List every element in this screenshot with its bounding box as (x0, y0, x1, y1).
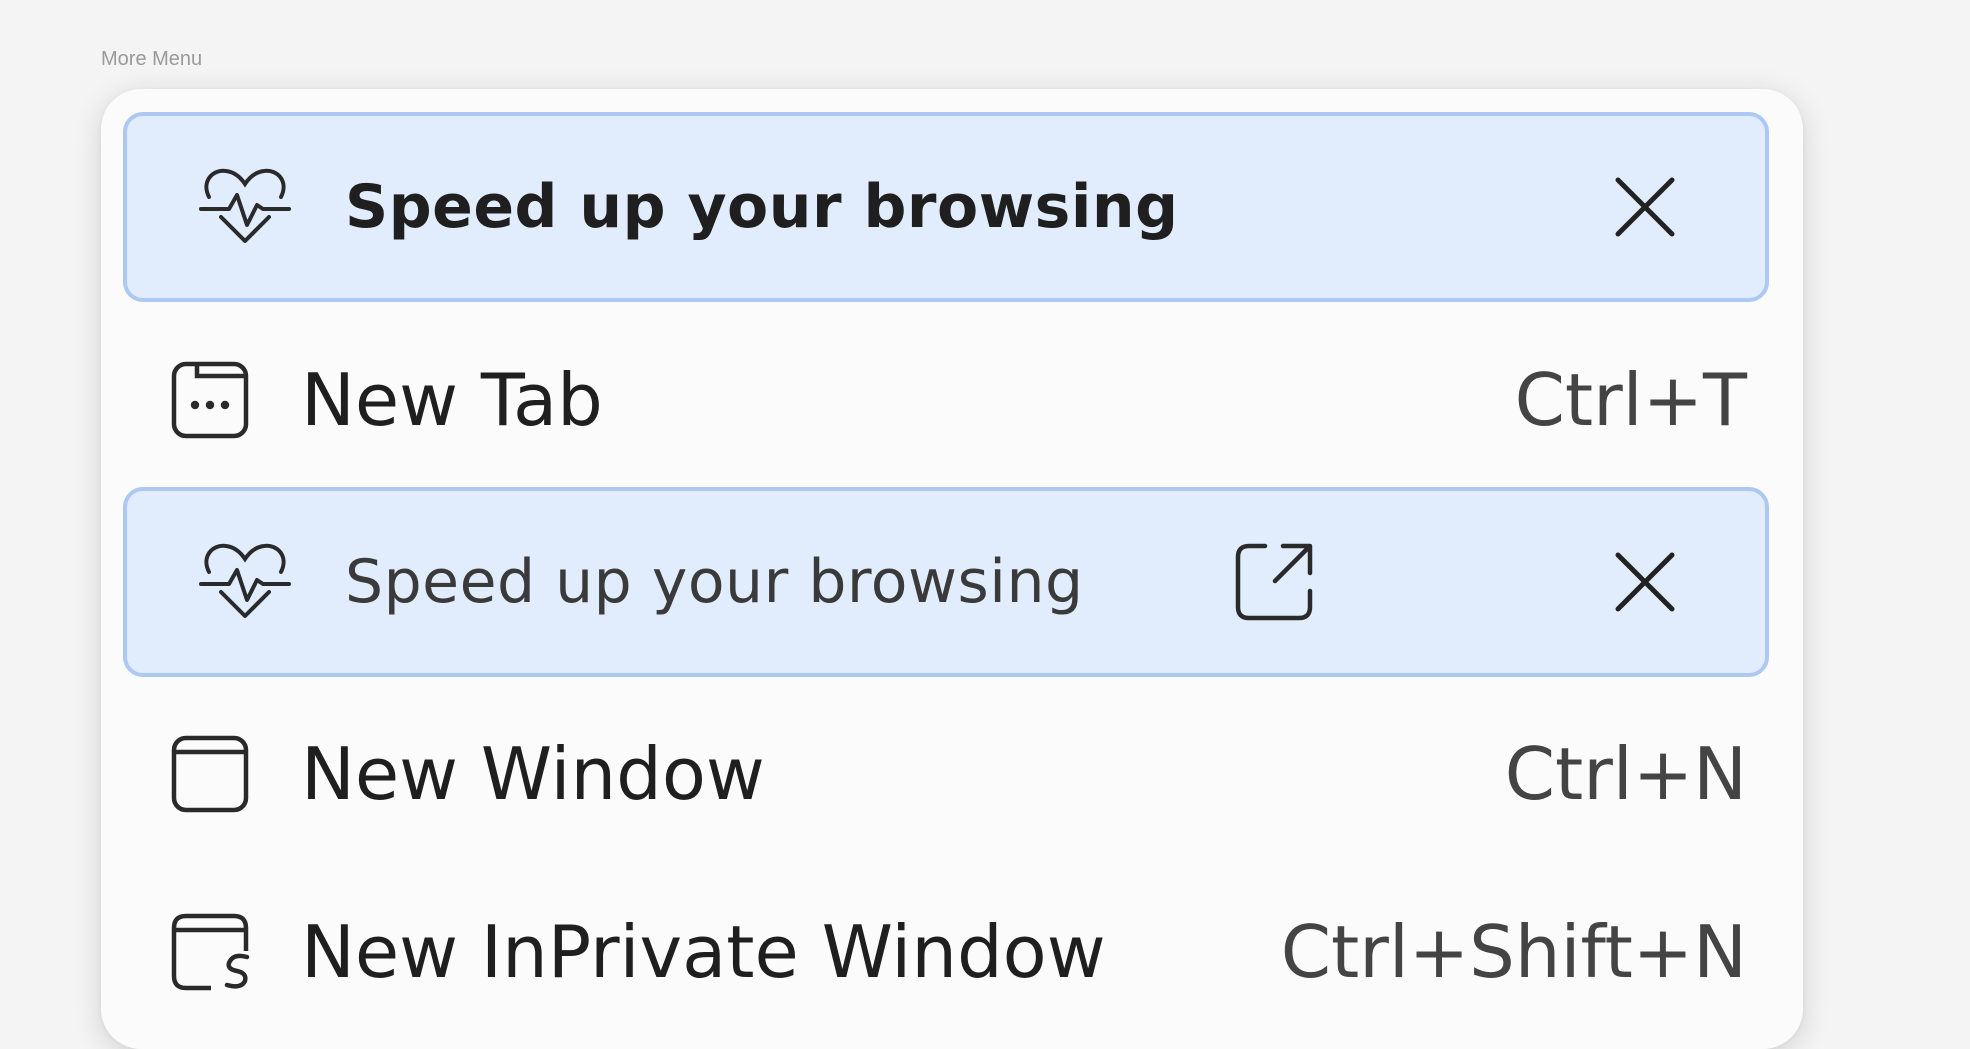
menu-item-label: New Tab (301, 358, 603, 442)
window-icon (171, 735, 249, 813)
menu-caption: More Menu (101, 48, 203, 70)
menu-item-new-window[interactable]: New Window Ctrl+N (101, 699, 1803, 849)
external-link-icon[interactable] (1235, 543, 1313, 621)
close-icon[interactable] (1614, 176, 1676, 238)
close-icon[interactable] (1614, 551, 1676, 613)
menu-item-new-tab[interactable]: New Tab Ctrl+T (101, 325, 1803, 475)
promo-label: Speed up your browsing (345, 547, 1084, 617)
heart-pulse-icon (199, 167, 291, 247)
menu-item-shortcut: Ctrl+T (1514, 358, 1747, 442)
heart-pulse-icon (199, 542, 291, 622)
menu-item-new-inprivate-window[interactable]: New InPrivate Window Ctrl+Shift+N (101, 877, 1803, 1027)
more-menu: Speed up your browsing New Tab Ctrl+T Sp… (101, 89, 1803, 1049)
menu-item-shortcut: Ctrl+N (1504, 732, 1747, 816)
promo-speed-up-browsing-external[interactable]: Speed up your browsing (123, 487, 1769, 677)
menu-item-shortcut: Ctrl+Shift+N (1280, 910, 1747, 994)
menu-item-label: New Window (301, 732, 765, 816)
new-tab-icon (171, 361, 249, 439)
menu-item-label: New InPrivate Window (301, 910, 1106, 994)
inprivate-window-icon (171, 913, 250, 991)
promo-speed-up-browsing[interactable]: Speed up your browsing (123, 112, 1769, 302)
promo-label: Speed up your browsing (345, 172, 1179, 242)
